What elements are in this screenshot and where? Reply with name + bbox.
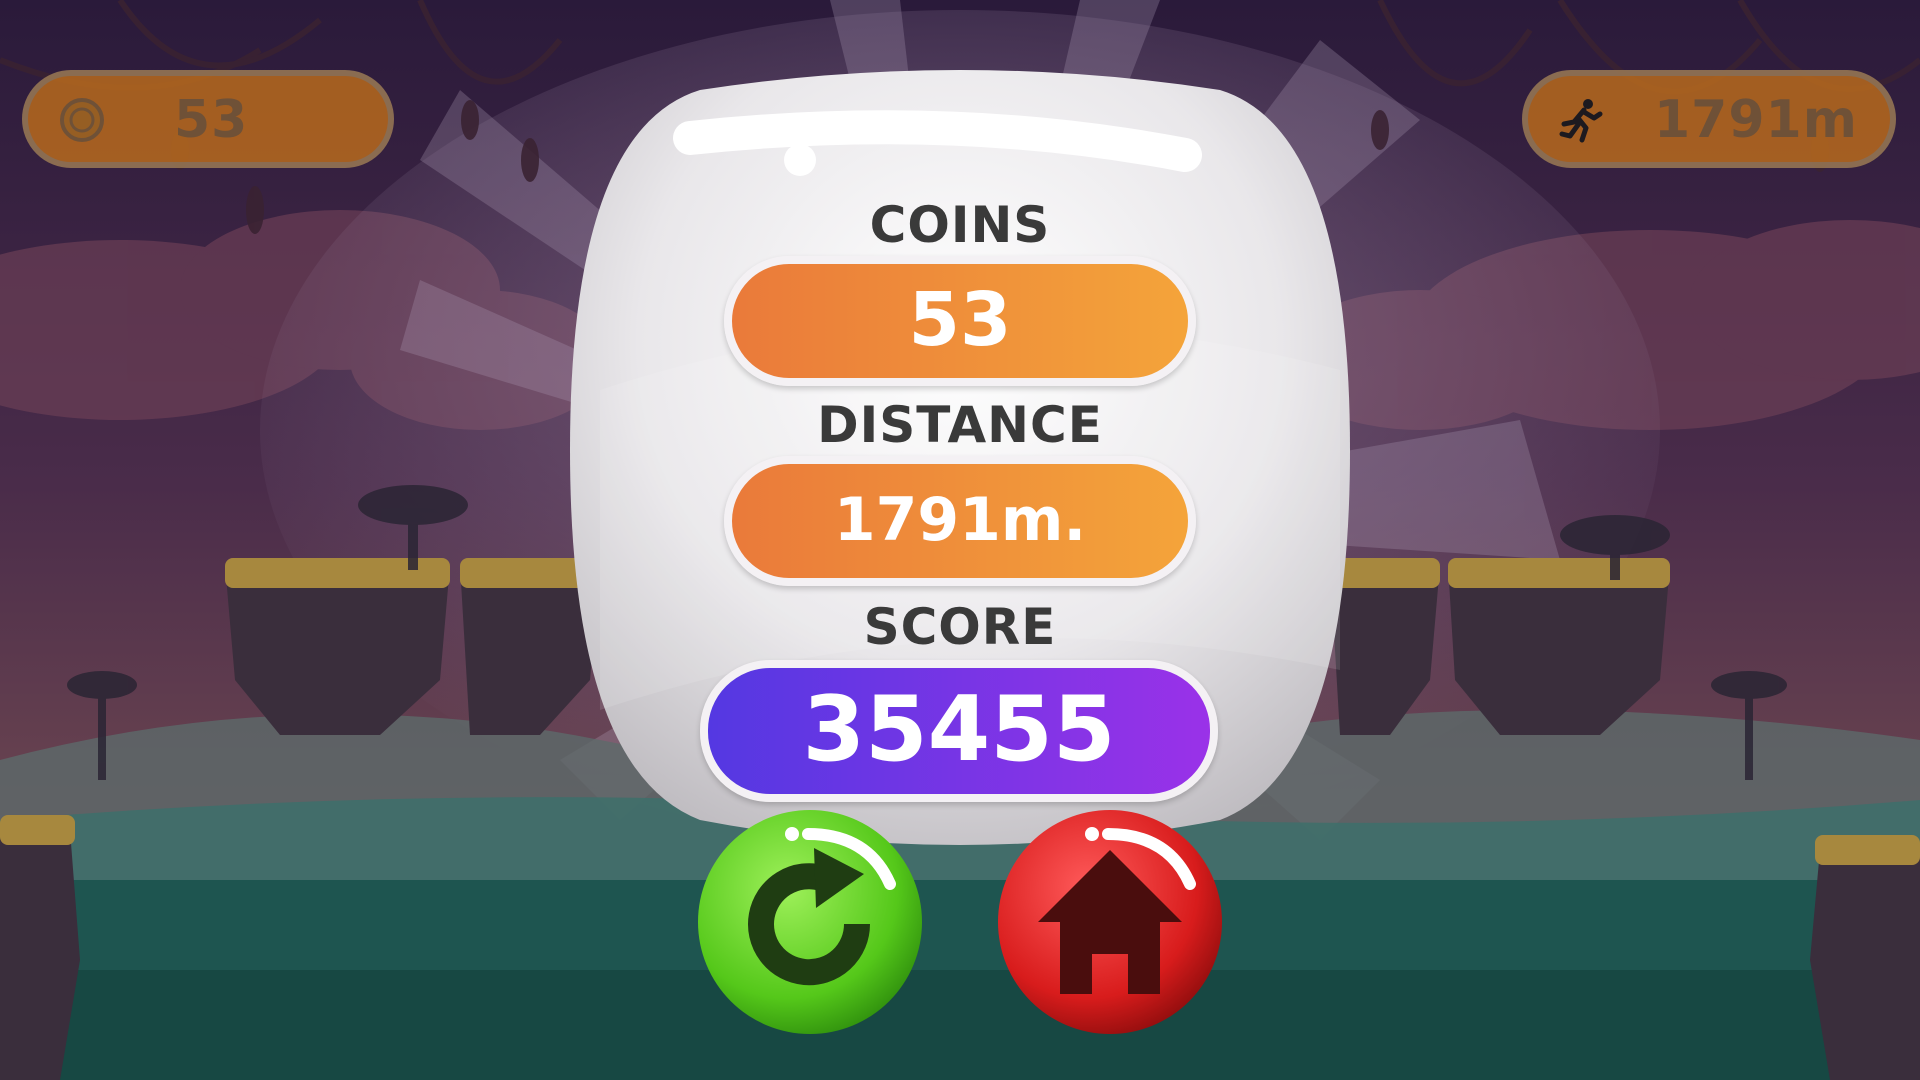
replay-button[interactable] (692, 804, 928, 1040)
coin-icon (60, 98, 104, 142)
coins-label: COINS (869, 196, 1051, 254)
hud-distance-counter: 1791m (1522, 70, 1896, 168)
score-label: SCORE (863, 598, 1057, 656)
home-button[interactable] (992, 804, 1228, 1040)
running-man-icon (1559, 99, 1603, 143)
hud-distance-value: 1791m (1654, 90, 1858, 150)
hud-coins-counter: 53 (22, 70, 394, 168)
distance-label: DISTANCE (817, 396, 1103, 454)
distance-value-pill: 1791m. (724, 456, 1196, 586)
distance-value: 1791m. (833, 485, 1087, 555)
hud-coins-value: 53 (174, 90, 249, 150)
score-value: 35455 (802, 677, 1116, 782)
coins-value: 53 (908, 277, 1012, 363)
score-value-pill: 35455 (700, 660, 1218, 802)
coins-value-pill: 53 (724, 256, 1196, 386)
